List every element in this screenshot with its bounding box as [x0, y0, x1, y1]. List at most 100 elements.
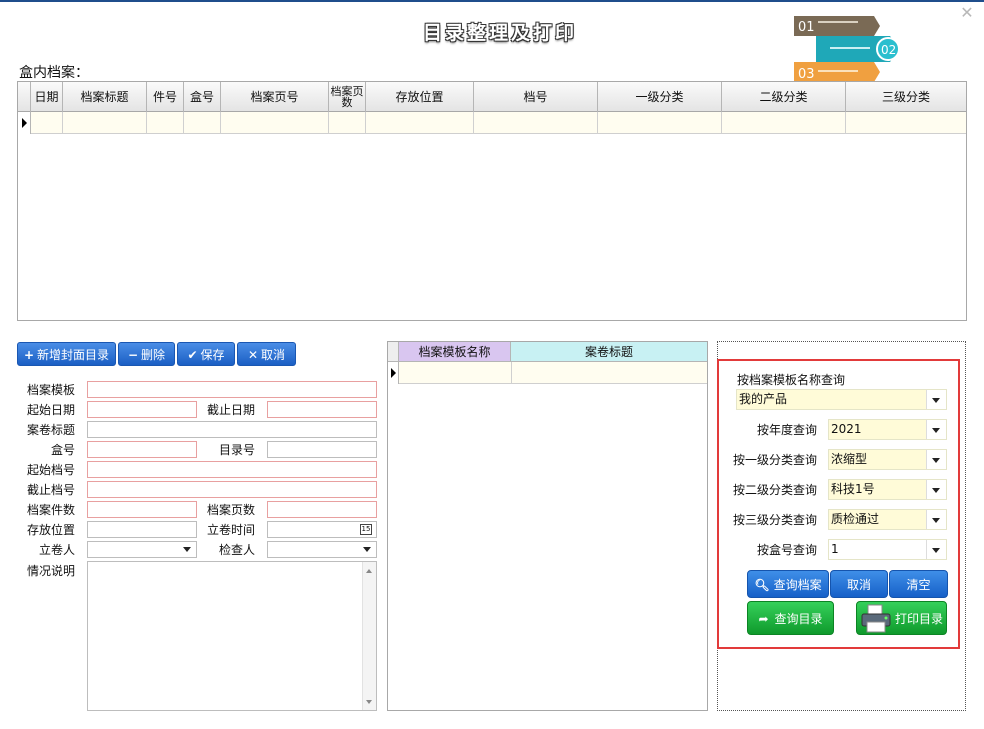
col-header-page-no[interactable]: 档案页号 [221, 82, 329, 112]
query-box-select[interactable]: 1 [828, 539, 947, 560]
scroll-down-icon[interactable] [366, 700, 372, 704]
query-cancel-button[interactable]: 取消 [830, 570, 888, 598]
chevron-down-icon [932, 458, 940, 463]
table-cell[interactable] [31, 112, 63, 134]
infographic-logo-icon: 01 02 03 [794, 16, 900, 82]
page-count-label: 档案页数 [207, 503, 256, 517]
query-cat2-select[interactable]: 科技1号 [828, 479, 947, 500]
end-file-no-input[interactable] [87, 481, 377, 498]
box-no-label: 盒号 [51, 443, 76, 457]
filer-select[interactable] [87, 541, 197, 558]
grid-header: 日期 档案标题 件号 盒号 档案页号 档案页数 存放位置 档号 一级分类 二级分… [18, 82, 966, 112]
query-cat3-label: 按三级分类查询 [733, 513, 818, 527]
table-cell[interactable] [184, 112, 221, 134]
col-header-file-title[interactable]: 档案标题 [63, 82, 147, 112]
filing-time-input[interactable]: 15 [267, 521, 377, 538]
end-date-input[interactable] [267, 401, 377, 418]
notes-scrollbar[interactable] [362, 562, 376, 710]
chevron-down-icon [932, 488, 940, 493]
table-row[interactable] [388, 362, 707, 384]
query-files-button[interactable]: 🔍︎ 查询档案 [747, 570, 829, 598]
cancel-button[interactable]: ✕ 取消 [237, 342, 296, 366]
logo-step-3: 03 [798, 67, 815, 82]
table-cell[interactable] [598, 112, 722, 134]
logo-step-1: 01 [798, 20, 815, 35]
col-header-cat1[interactable]: 一级分类 [598, 82, 722, 112]
col-header-cat3[interactable]: 三级分类 [846, 82, 966, 112]
grid-corner [18, 82, 31, 112]
checker-select[interactable] [267, 541, 377, 558]
query-year-select[interactable]: 2021 [828, 419, 947, 440]
storage-input[interactable] [87, 521, 197, 538]
x-icon: ✕ [247, 348, 259, 362]
catalog-no-input[interactable] [267, 441, 377, 458]
grid-corner [388, 342, 399, 362]
query-clear-button[interactable]: 清空 [889, 570, 948, 598]
print-catalog-button[interactable]: 打印目录 [856, 601, 947, 635]
start-file-no-label: 起始档号 [27, 463, 76, 477]
col-header-volume-title[interactable]: 案卷标题 [511, 342, 707, 362]
table-cell[interactable] [474, 112, 598, 134]
volume-title-input[interactable] [87, 421, 377, 438]
chevron-down-icon [932, 398, 940, 403]
col-header-item-no[interactable]: 件号 [147, 82, 184, 112]
box-files-grid[interactable]: 日期 档案标题 件号 盒号 档案页号 档案页数 存放位置 档号 一级分类 二级分… [17, 81, 967, 321]
delete-button[interactable]: − 删除 [118, 342, 175, 366]
start-file-no-input[interactable] [87, 461, 377, 478]
col-header-date[interactable]: 日期 [31, 82, 63, 112]
query-cat1-label: 按一级分类查询 [733, 453, 818, 467]
search-icon: 🔍︎ [754, 578, 770, 592]
col-header-template-name[interactable]: 档案模板名称 [399, 342, 511, 362]
template-volume-grid[interactable]: 档案模板名称 案卷标题 [387, 341, 708, 711]
plus-icon: + [23, 348, 35, 362]
chevron-down-icon [932, 548, 940, 553]
table-cell[interactable] [722, 112, 846, 134]
table-cell[interactable] [147, 112, 184, 134]
col-header-cat2[interactable]: 二级分类 [722, 82, 846, 112]
template-input[interactable] [87, 381, 377, 398]
col-header-page-count[interactable]: 档案页数 [329, 82, 366, 112]
notes-label: 情况说明 [27, 564, 76, 578]
row-indicator-icon [18, 112, 31, 134]
query-cat3-select[interactable]: 质检通过 [828, 509, 947, 530]
volume-title-label: 案卷标题 [27, 423, 76, 437]
logo-step-2: 02 [881, 43, 896, 57]
chevron-down-icon [363, 547, 371, 552]
filer-label: 立卷人 [39, 543, 76, 557]
page-count-input[interactable] [267, 501, 377, 518]
table-cell[interactable] [329, 112, 366, 134]
query-catalog-button[interactable]: ➦ 查询目录 [747, 601, 834, 635]
check-icon: ✔ [187, 348, 198, 362]
query-year-label: 按年度查询 [757, 423, 818, 437]
col-header-box-no[interactable]: 盒号 [184, 82, 221, 112]
start-date-label: 起始日期 [27, 403, 76, 417]
start-date-input[interactable] [87, 401, 197, 418]
notes-textarea[interactable] [87, 561, 377, 711]
close-icon[interactable]: ✕ [956, 4, 978, 22]
add-cover-catalog-button[interactable]: + 新增封面目录 [17, 342, 116, 366]
storage-label: 存放位置 [27, 523, 76, 537]
query-template-select[interactable]: 我的产品 [736, 389, 947, 410]
table-cell[interactable] [366, 112, 474, 134]
file-count-input[interactable] [87, 501, 197, 518]
calendar-icon[interactable]: 15 [360, 524, 372, 535]
box-no-input[interactable] [87, 441, 197, 458]
table-row[interactable] [18, 112, 966, 134]
scroll-up-icon[interactable] [366, 569, 372, 573]
minus-icon: − [127, 348, 139, 362]
save-button[interactable]: ✔ 保存 [177, 342, 235, 366]
chevron-down-icon [932, 518, 940, 523]
query-cat1-select[interactable]: 浓缩型 [828, 449, 947, 470]
template-label: 档案模板 [27, 383, 76, 397]
row-indicator-icon [388, 362, 399, 384]
box-files-label: 盒内档案： [19, 65, 89, 81]
col-header-file-no[interactable]: 档号 [474, 82, 598, 112]
end-file-no-label: 截止档号 [27, 483, 76, 497]
cell-divider [511, 362, 512, 384]
col-header-storage[interactable]: 存放位置 [366, 82, 474, 112]
window-title: 目录整理及打印 [422, 22, 577, 44]
table-cell[interactable] [221, 112, 329, 134]
checker-label: 检查人 [219, 543, 256, 557]
table-cell[interactable] [63, 112, 147, 134]
chevron-down-icon [932, 428, 940, 433]
